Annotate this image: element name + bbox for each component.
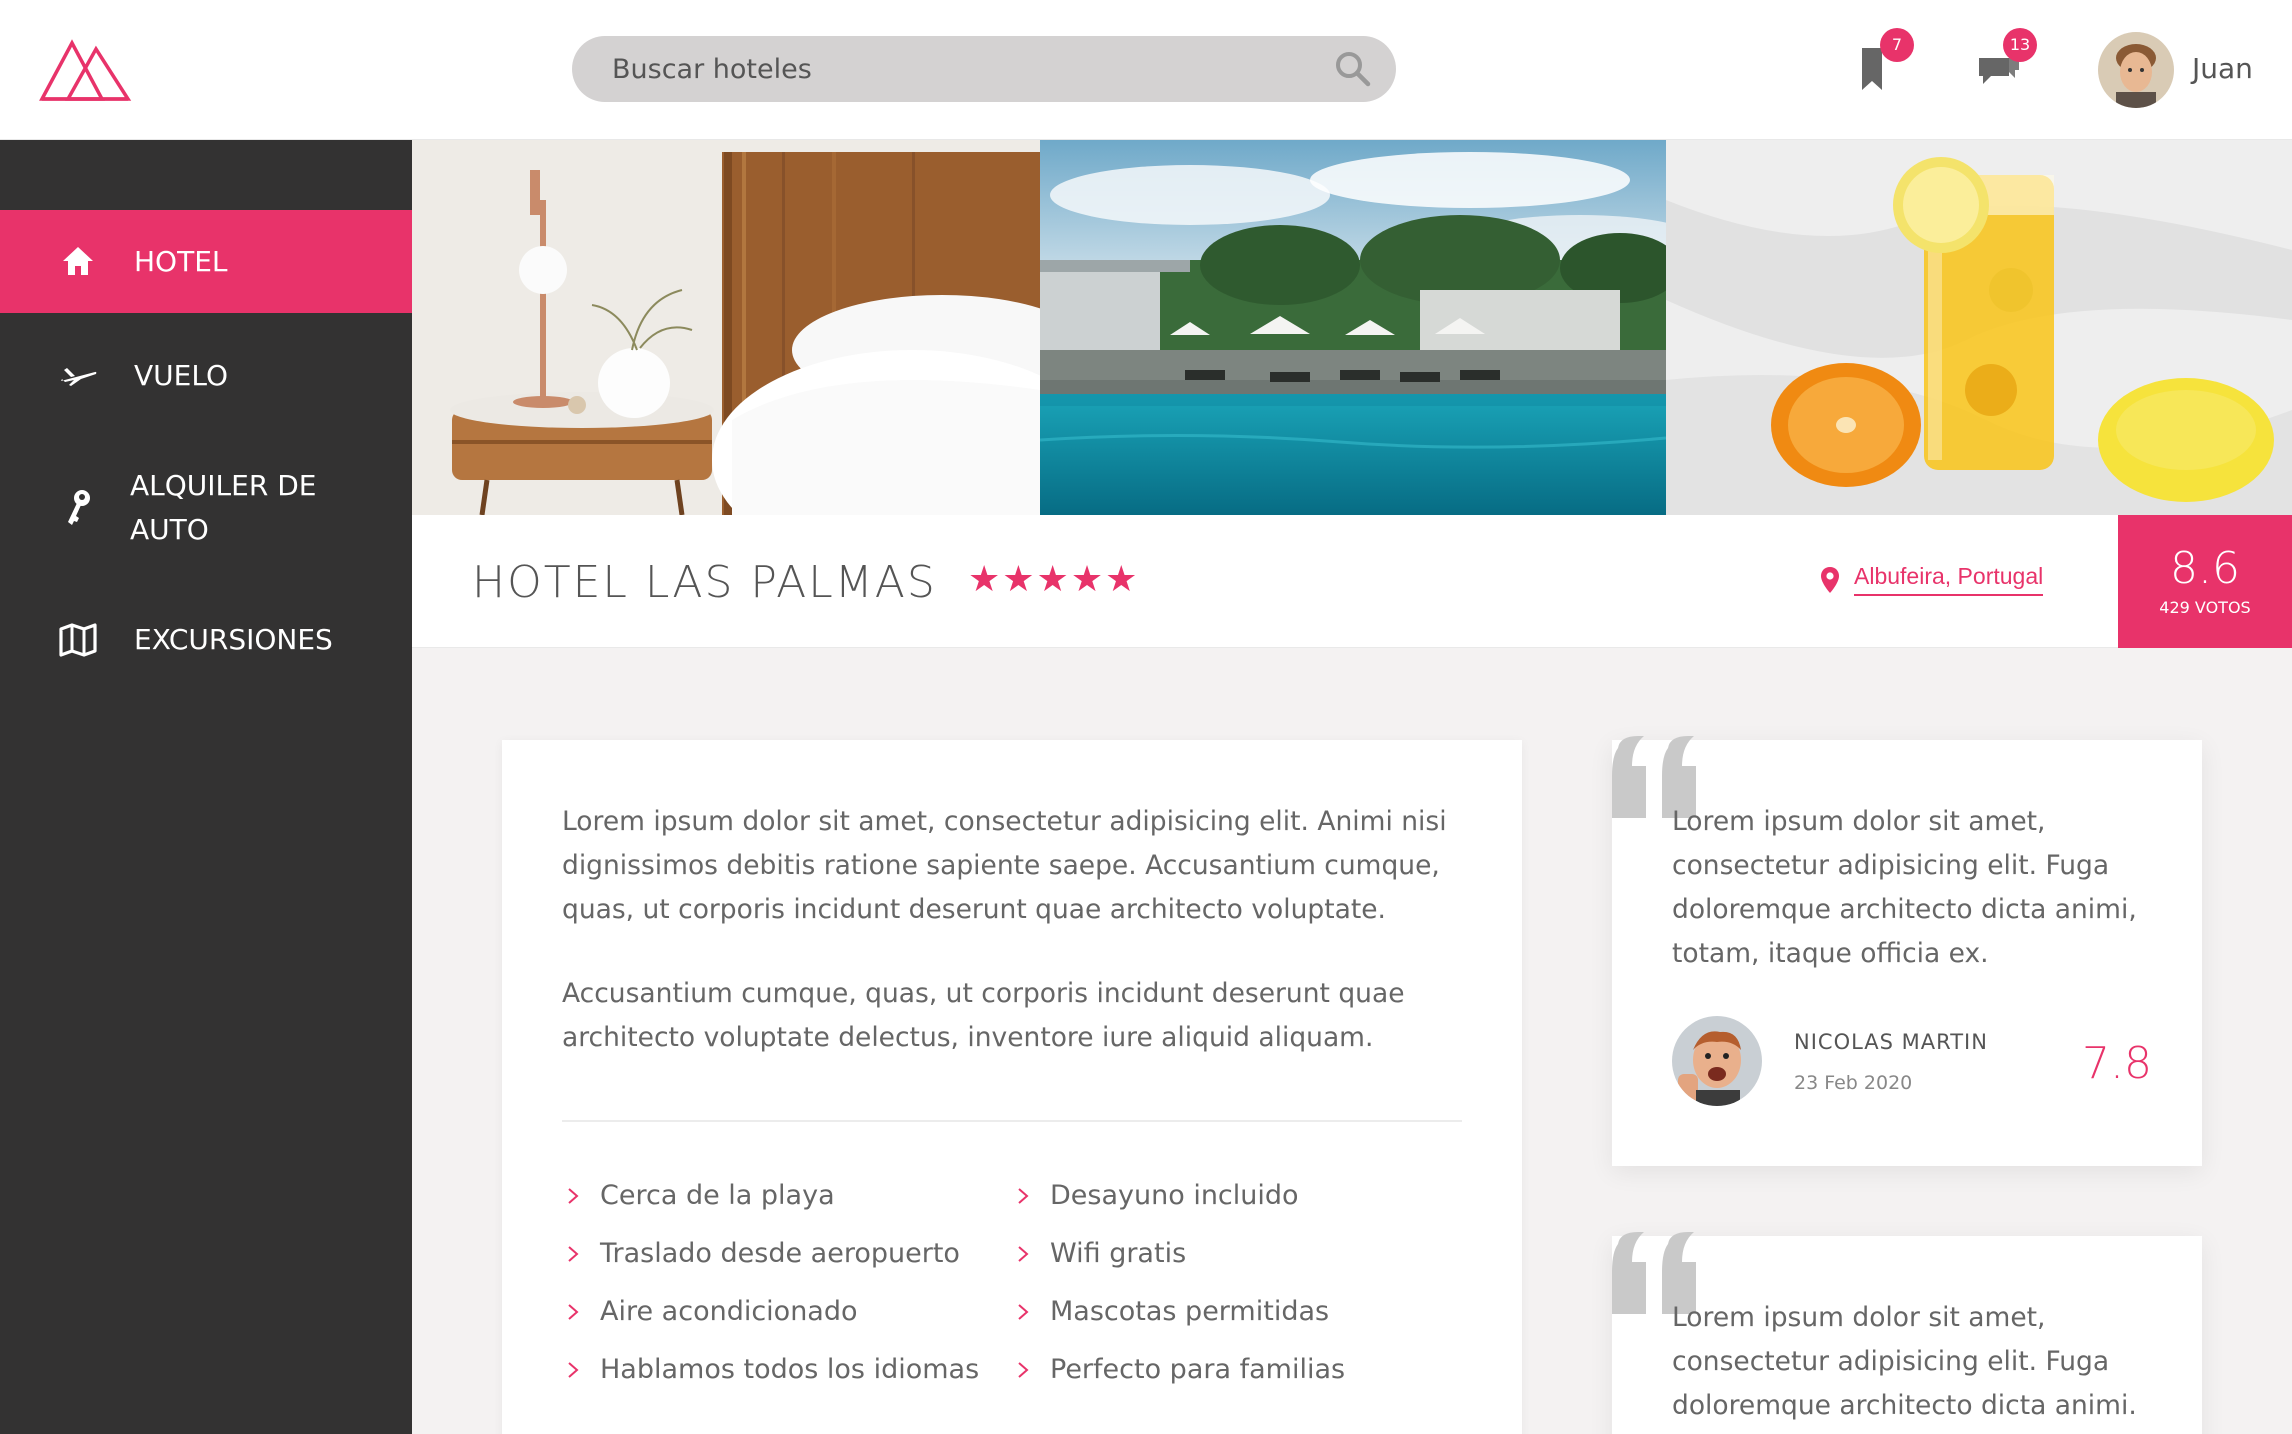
reviewer-name: NICOLAS MARTIN [1794, 1030, 1988, 1054]
description-paragraph: Accusantium cumque, quas, ut corporis in… [562, 978, 1405, 1053]
messages-button[interactable]: 13 [1965, 28, 2037, 100]
amenity-item: Wifi gratis [1014, 1238, 1186, 1269]
hotel-location[interactable]: Albufeira, Portugal [1820, 563, 2044, 596]
location-pin-icon [1821, 566, 1839, 593]
logo-icon[interactable] [38, 33, 134, 105]
sidebar-item-vuelo[interactable]: VUELO [0, 326, 412, 426]
search-input[interactable] [612, 36, 1312, 102]
search-bar [572, 36, 1396, 102]
review-date: 23 Feb 2020 [1794, 1072, 1913, 1094]
sidebar: HOTEL VUELO ALQUILER DE AUTO EXCURSIONES [0, 140, 412, 1434]
sidebar-item-label: VUELO [134, 359, 228, 392]
description-card: Lorem ipsum dolor sit amet, consectetur … [502, 740, 1522, 1434]
amenity-item: Cerca de la playa [564, 1180, 835, 1211]
chevron-right-icon [1018, 1361, 1029, 1378]
search-icon[interactable] [1334, 50, 1372, 88]
hotel-photo-pool[interactable] [1040, 140, 1666, 515]
review-text: Lorem ipsum dolor sit amet, consectetur … [1672, 806, 2137, 969]
amenity-item: Perfecto para familias [1014, 1354, 1345, 1385]
amenity-item: Traslado desde aeropuerto [564, 1238, 960, 1269]
review-card: Lorem ipsum dolor sit amet, consectetur … [1612, 736, 2202, 1166]
sidebar-item-hotel[interactable]: HOTEL [0, 210, 412, 313]
chevron-right-icon [568, 1361, 579, 1378]
location-link[interactable]: Albufeira, Portugal [1854, 563, 2044, 596]
chevron-right-icon [568, 1245, 579, 1262]
amenity-item: Aire acondicionado [564, 1296, 858, 1327]
chevron-right-icon [1018, 1303, 1029, 1320]
user-avatar[interactable] [2098, 32, 2174, 108]
hotel-name: HOTEL LAS PALMAS [472, 557, 937, 608]
hotel-score-box: 8.6 429 VOTOS [2118, 515, 2292, 648]
chevron-right-icon [568, 1303, 579, 1320]
hotel-star-rating: ★★★★★ [968, 559, 1140, 600]
map-icon [58, 620, 98, 660]
description-paragraph: Lorem ipsum dolor sit amet, consectetur … [562, 806, 1447, 925]
hotel-title-bar: HOTEL LAS PALMAS ★★★★★ Albufeira, Portug… [412, 515, 2292, 648]
amenity-item: Hablamos todos los idiomas [564, 1354, 979, 1385]
chevron-right-icon [1018, 1245, 1029, 1262]
bookmarks-button[interactable]: 7 [1846, 28, 1914, 100]
chevron-right-icon [568, 1187, 579, 1204]
plane-icon [58, 356, 98, 396]
key-icon [58, 488, 98, 528]
hotel-photo-bedroom[interactable] [412, 140, 1040, 515]
reviewer-avatar[interactable] [1672, 1016, 1762, 1106]
messages-badge: 13 [2003, 28, 2037, 62]
top-header: 7 13 Juan [0, 0, 2292, 140]
sidebar-item-alquiler-de-auto[interactable]: ALQUILER DE AUTO [0, 440, 412, 576]
user-name[interactable]: Juan [2192, 52, 2253, 85]
hotel-score: 8.6 [2170, 543, 2240, 594]
chevron-right-icon [1018, 1187, 1029, 1204]
review-score: 7.8 [2082, 1038, 2152, 1089]
amenity-item: Desayuno incluido [1014, 1180, 1299, 1211]
hotel-photo-juice[interactable] [1666, 140, 2292, 515]
home-icon [58, 241, 98, 281]
sidebar-item-label: ALQUILER DE AUTO [130, 469, 317, 546]
hotel-votes: 429 VOTOS [2159, 598, 2251, 617]
review-text: Lorem ipsum dolor sit amet, consectetur … [1672, 1302, 2137, 1421]
bookmarks-badge: 7 [1880, 28, 1914, 62]
sidebar-item-label: EXCURSIONES [134, 623, 333, 656]
sidebar-item-excursiones[interactable]: EXCURSIONES [0, 590, 412, 690]
sidebar-item-label: HOTEL [134, 245, 228, 278]
review-card: Lorem ipsum dolor sit amet, consectetur … [1612, 1232, 2202, 1434]
amenity-item: Mascotas permitidas [1014, 1296, 1329, 1327]
divider [562, 1120, 1462, 1122]
